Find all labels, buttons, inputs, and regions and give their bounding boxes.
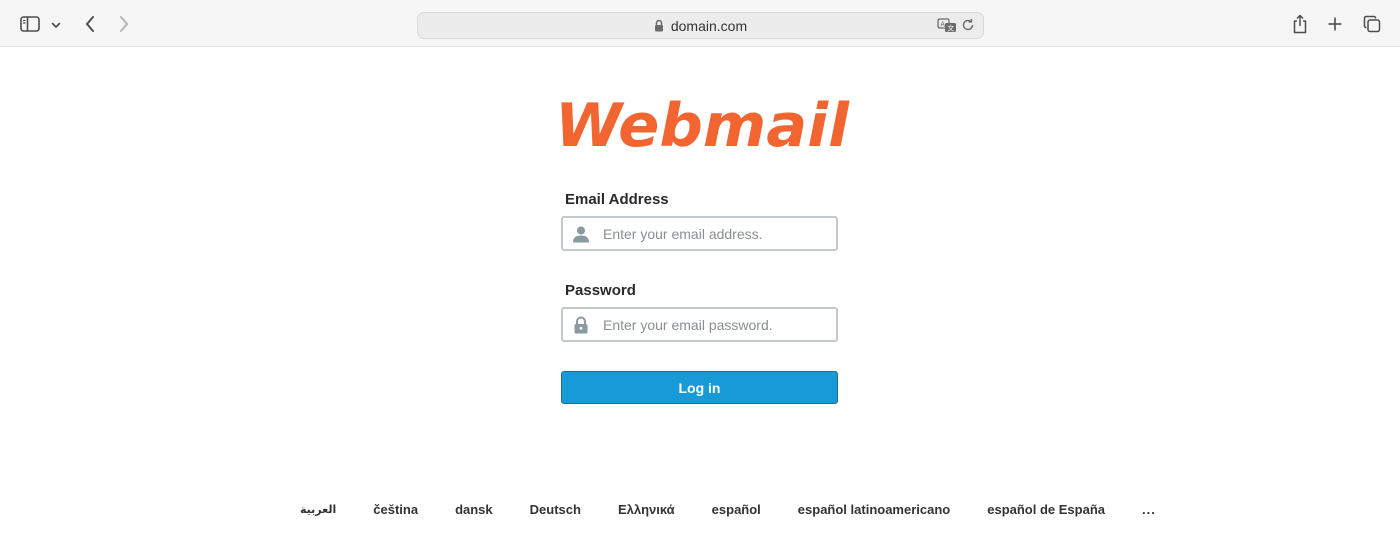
language-link-greek[interactable]: Ελληνικά	[618, 502, 675, 517]
svg-text:文: 文	[947, 24, 954, 33]
language-link-spanish-spain[interactable]: español de España	[987, 502, 1105, 517]
share-icon[interactable]	[1290, 12, 1310, 36]
language-link-german[interactable]: Deutsch	[530, 502, 581, 517]
language-link-spanish[interactable]: español	[712, 502, 761, 517]
login-button[interactable]: Log in	[561, 371, 838, 404]
language-link-spanish-latam[interactable]: español latinoamericano	[798, 502, 950, 517]
sidebar-toggle-icon[interactable]	[18, 14, 42, 34]
password-field[interactable]	[561, 307, 838, 342]
email-input[interactable]	[603, 218, 836, 249]
password-input[interactable]	[603, 309, 836, 340]
tab-overview-icon[interactable]	[1362, 14, 1382, 34]
reload-icon[interactable]	[961, 18, 975, 35]
svg-text:A: A	[940, 21, 945, 29]
back-arrow-icon[interactable]	[80, 14, 100, 34]
language-list: العربية čeština dansk Deutsch Ελληνικά e…	[300, 500, 1156, 518]
forward-arrow-icon[interactable]	[114, 14, 134, 34]
user-icon	[565, 218, 597, 249]
lock-icon	[654, 19, 664, 32]
language-link-arabic[interactable]: العربية	[300, 503, 336, 516]
browser-toolbar: domain.com A文	[0, 0, 1400, 47]
webmail-logo: Webmail	[550, 91, 855, 161]
logo-text: Webmail	[555, 94, 850, 158]
url-text: domain.com	[670, 17, 748, 34]
email-label: Email Address	[565, 191, 669, 208]
translate-icon[interactable]: A文	[937, 17, 957, 36]
new-tab-plus-icon[interactable]	[1326, 15, 1344, 33]
language-link-czech[interactable]: čeština	[373, 502, 418, 517]
password-label: Password	[565, 282, 636, 299]
more-languages-button[interactable]: ...	[1142, 502, 1156, 517]
address-bar[interactable]: domain.com A文	[417, 12, 984, 39]
email-field[interactable]	[561, 216, 838, 251]
lock-icon	[565, 309, 597, 340]
language-link-danish[interactable]: dansk	[455, 502, 493, 517]
chevron-down-icon[interactable]	[49, 18, 63, 32]
